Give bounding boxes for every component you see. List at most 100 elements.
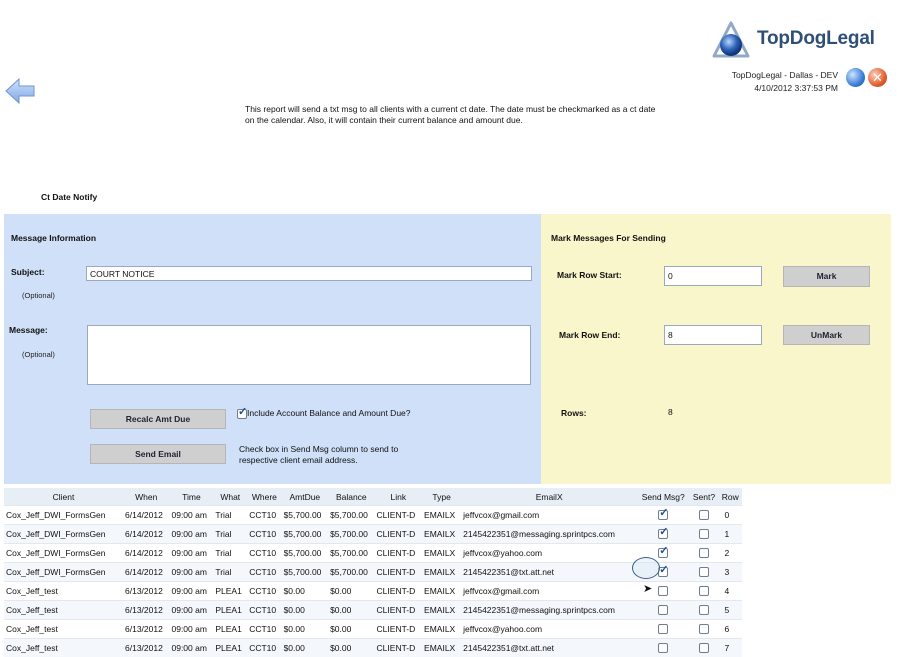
send-msg-checkbox[interactable] [658,510,668,520]
col-when[interactable]: When [123,488,169,506]
mark-row-start-label: Mark Row Start: [557,270,622,280]
cell-type: EMAILX [422,582,461,601]
cell-what: Trial [213,544,247,563]
subject-input[interactable]: COURT NOTICE [86,266,532,281]
mark-row-start-input[interactable]: 0 [664,266,762,286]
sent-checkbox[interactable] [699,548,709,558]
cell-row: 1 [719,525,742,544]
recalc-amt-due-button[interactable]: Recalc Amt Due [90,409,226,429]
message-textarea[interactable] [87,325,531,385]
cell-what: Trial [213,506,247,525]
table-row: Cox_Jeff_DWI_FormsGen6/14/201209:00 amTr… [4,544,742,563]
close-icon[interactable]: ✕ [868,68,887,87]
current-datetime: 4/10/2012 3:37:53 PM [732,82,838,95]
cell-when: 6/13/2012 [123,639,169,657]
logo-text: TopDogLegal [757,28,875,50]
cell-client: Cox_Jeff_test [4,620,123,639]
col-time[interactable]: Time [169,488,213,506]
cell-amt: $5,700.00 [282,525,328,544]
cell-sent [689,563,718,582]
cell-when: 6/14/2012 [123,506,169,525]
table-row: Cox_Jeff_test6/13/201209:00 amPLEA1CCT10… [4,601,742,620]
col-balance[interactable]: Balance [328,488,374,506]
sent-checkbox[interactable] [699,605,709,615]
cell-send [637,639,689,657]
click-highlight [632,557,660,579]
cell-row: 5 [719,601,742,620]
cell-row: 0 [719,506,742,525]
col-row[interactable]: Row [719,488,742,506]
send-email-button[interactable]: Send Email [90,444,226,464]
cell-amt: $5,700.00 [282,506,328,525]
col-where[interactable]: Where [247,488,281,506]
col-send-msg[interactable]: Send Msg? [637,488,689,506]
cell-sent [689,601,718,620]
cell-amt: $0.00 [282,582,328,601]
cell-time: 09:00 am [169,582,213,601]
cell-row: 4 [719,582,742,601]
subject-optional: (Optional) [22,291,55,300]
cell-amt: $0.00 [282,639,328,657]
cell-where: CCT10 [247,506,281,525]
rows-count: 8 [668,407,673,417]
message-optional: (Optional) [22,350,55,359]
cell-what: PLEA1 [213,639,247,657]
back-arrow-icon[interactable] [4,76,36,106]
cell-client: Cox_Jeff_DWI_FormsGen [4,544,123,563]
include-balance-checkbox[interactable] [237,409,247,419]
cell-amt: $0.00 [282,620,328,639]
col-sent[interactable]: Sent? [689,488,718,506]
info-icon[interactable] [846,68,865,87]
cell-type: EMAILX [422,620,461,639]
col-link[interactable]: Link [375,488,423,506]
include-balance-option: Include Account Balance and Amount Due? [237,408,411,419]
cell-link: CLIENT-D [375,620,423,639]
send-msg-checkbox[interactable] [658,624,668,634]
cell-what: PLEA1 [213,601,247,620]
cell-time: 09:00 am [169,620,213,639]
cell-time: 09:00 am [169,601,213,620]
send-msg-checkbox[interactable] [658,529,668,539]
cell-what: PLEA1 [213,582,247,601]
table-row: Cox_Jeff_test6/13/201209:00 amPLEA1CCT10… [4,620,742,639]
cell-when: 6/13/2012 [123,601,169,620]
environment-line: TopDogLegal - Dallas - DEV [732,69,838,82]
mark-button[interactable]: Mark [783,266,870,287]
sent-checkbox[interactable] [699,586,709,596]
mark-row-end-input[interactable]: 8 [664,325,762,345]
cell-link: CLIENT-D [375,601,423,620]
cell-email: jeffvcox@yahoo.com [461,544,637,563]
cell-email: 2145422351@txt.att.net [461,639,637,657]
message-information-title: Message Information [11,233,96,243]
cell-sent [689,544,718,563]
col-type[interactable]: Type [422,488,461,506]
cell-bal: $0.00 [328,601,374,620]
mark-messages-panel: Mark Messages For Sending Mark Row Start… [541,214,891,484]
cell-send [637,601,689,620]
cell-where: CCT10 [247,582,281,601]
cell-client: Cox_Jeff_DWI_FormsGen [4,506,123,525]
cell-bal: $0.00 [328,620,374,639]
rows-label: Rows: [561,408,587,418]
cell-client: Cox_Jeff_test [4,639,123,657]
cell-email: 2145422351@txt.att.net [461,563,637,582]
cell-type: EMAILX [422,563,461,582]
cell-client: Cox_Jeff_test [4,601,123,620]
cell-send [637,620,689,639]
sent-checkbox[interactable] [699,567,709,577]
table-row: Cox_Jeff_DWI_FormsGen6/14/201209:00 amTr… [4,525,742,544]
sent-checkbox[interactable] [699,529,709,539]
sent-checkbox[interactable] [699,510,709,520]
sent-checkbox[interactable] [699,624,709,634]
col-amtdue[interactable]: AmtDue [282,488,328,506]
unmark-button[interactable]: UnMark [783,325,870,345]
cell-sent [689,639,718,657]
send-msg-checkbox[interactable] [658,586,668,596]
send-msg-checkbox[interactable] [658,605,668,615]
col-client[interactable]: Client [4,488,123,506]
table-row: Cox_Jeff_DWI_FormsGen6/14/201209:00 amTr… [4,506,742,525]
col-emailx[interactable]: EmailX [461,488,637,506]
cell-bal: $5,700.00 [328,506,374,525]
col-what[interactable]: What [213,488,247,506]
send-msg-checkbox[interactable] [658,548,668,558]
